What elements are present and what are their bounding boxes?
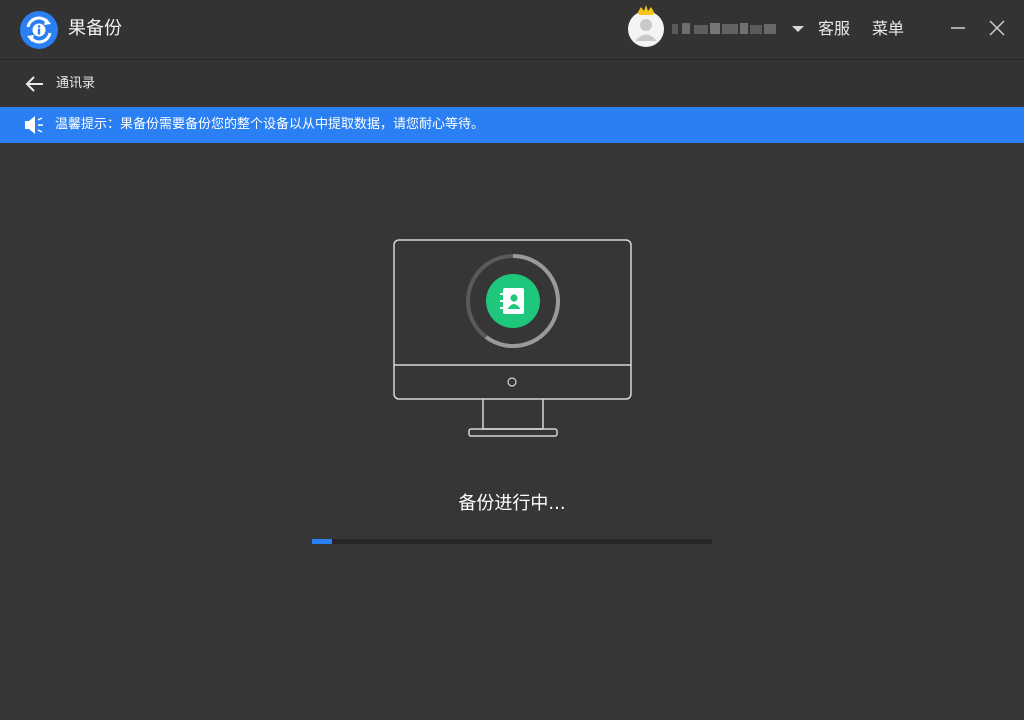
contacts-book-icon [500, 288, 524, 314]
close-icon[interactable] [985, 16, 1009, 40]
avatar[interactable] [627, 4, 667, 48]
backup-progress-bar [312, 539, 712, 544]
progress-fill [312, 539, 332, 544]
back-button[interactable]: 通讯录 [22, 72, 112, 96]
notice-text: 温馨提示：果备份需要备份您的整个设备以从中提取数据，请您耐心等待。 [55, 117, 485, 132]
title-bar: 果备份 客服 菜单 [0, 0, 1024, 60]
arrow-left-icon [25, 76, 43, 92]
menu-button[interactable]: 菜单 [872, 18, 904, 40]
speaker-icon [25, 116, 43, 134]
back-label: 通讯录 [56, 76, 96, 91]
nav-bar: 通讯录 [0, 60, 1024, 106]
username-masked [672, 23, 776, 34]
monitor-contacts-icon [393, 239, 632, 437]
backup-status: 备份进行中... [458, 493, 566, 514]
backup-panel: 备份进行中... [0, 143, 1024, 720]
app-title: 果备份 [68, 18, 122, 39]
vip-crown-icon [638, 5, 654, 15]
customer-service-button[interactable]: 客服 [818, 18, 850, 40]
minimize-icon[interactable] [946, 16, 970, 40]
caret-down-icon[interactable] [788, 20, 808, 40]
user-avatar-icon [628, 5, 664, 47]
backup-logo-icon [20, 11, 58, 49]
notice-bar: 温馨提示：果备份需要备份您的整个设备以从中提取数据，请您耐心等待。 [0, 107, 1024, 143]
